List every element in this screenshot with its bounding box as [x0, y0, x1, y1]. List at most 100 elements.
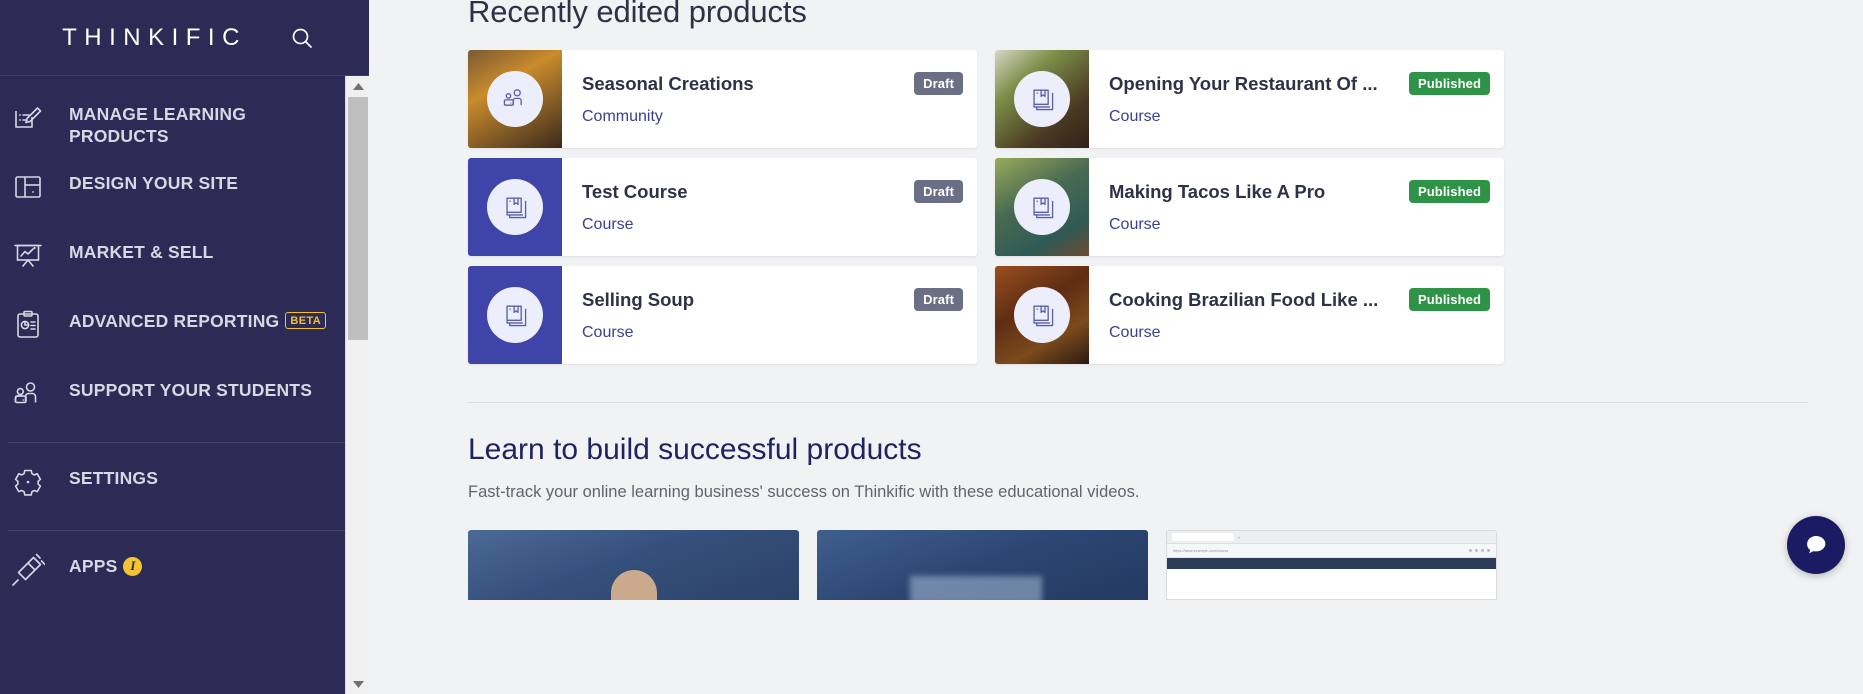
product-type[interactable]: Community — [582, 108, 963, 126]
product-thumbnail — [995, 266, 1089, 364]
sidebar-scrollbar[interactable] — [345, 76, 369, 694]
status-badge: Draft — [914, 72, 963, 95]
sidebar-item-manage-learning-products[interactable]: MANAGE LEARNING PRODUCTS — [0, 88, 369, 157]
sidebar-item-advanced-reporting[interactable]: ADVANCED REPORTING BETA — [0, 295, 369, 364]
clipboard-report-icon — [8, 305, 48, 345]
video-card[interactable]: + https://www.example.com/course — [1166, 530, 1497, 600]
main-content: Recently edited products Seasonal Creati… — [369, 0, 1863, 694]
sidebar-nav: MANAGE LEARNING PRODUCTS DESIGN YOUR SIT… — [0, 76, 369, 609]
product-card[interactable]: Seasonal Creations Draft Community — [468, 50, 977, 148]
chat-bubble-icon[interactable] — [1787, 516, 1845, 574]
sidebar-divider-2 — [8, 530, 347, 531]
community-icon — [487, 71, 543, 127]
gear-icon — [8, 462, 48, 502]
sidebar-item-support-your-students[interactable]: SUPPORT YOUR STUDENTS — [0, 364, 369, 433]
book-icon — [1014, 287, 1070, 343]
browser-url-bar: https://www.example.com/course — [1167, 544, 1496, 558]
product-thumbnail — [468, 50, 562, 148]
plug-icon — [8, 550, 48, 590]
status-badge: Published — [1408, 180, 1490, 203]
video-card[interactable] — [817, 530, 1148, 600]
sidebar-divider-1 — [8, 442, 347, 443]
product-type[interactable]: Course — [582, 324, 963, 342]
people-icon — [8, 374, 48, 414]
browser-tab — [1172, 533, 1234, 541]
scrollbar-thumb[interactable] — [348, 97, 368, 340]
product-card[interactable]: Making Tacos Like A Pro Published Course — [995, 158, 1504, 256]
sidebar-item-market-and-sell[interactable]: MARKET & SELL — [0, 226, 369, 295]
scroll-down-arrow-icon[interactable] — [346, 674, 369, 694]
sidebar-item-apps[interactable]: APPS i — [0, 540, 369, 609]
book-icon — [1014, 71, 1070, 127]
sidebar-item-label-text: ADVANCED REPORTING — [69, 311, 280, 331]
product-title: Test Course — [582, 180, 688, 202]
product-card-body: Making Tacos Like A Pro Published Course — [1089, 158, 1504, 256]
browser-tab-bar: + — [1167, 531, 1496, 544]
video-card[interactable] — [468, 530, 799, 600]
book-icon — [487, 287, 543, 343]
product-title: Cooking Brazilian Food Like ... — [1109, 288, 1379, 310]
sidebar-item-label: DESIGN YOUR SITE — [69, 173, 239, 193]
product-thumbnail — [995, 158, 1089, 256]
product-title: Opening Your Restaurant Of ... — [1109, 72, 1378, 94]
book-icon — [487, 179, 543, 235]
scroll-up-arrow-icon[interactable] — [346, 76, 369, 96]
thinkific-logo[interactable]: THINKIFIC — [54, 24, 247, 52]
browser-tab-label: + — [1238, 534, 1241, 540]
sidebar-item-label-text: APPS — [69, 556, 118, 576]
product-type[interactable]: Course — [1109, 108, 1490, 126]
product-card[interactable]: Cooking Brazilian Food Like ... Publishe… — [995, 266, 1504, 364]
product-thumbnail — [468, 266, 562, 364]
product-card-body: Selling Soup Draft Course — [562, 266, 977, 364]
browser-toolbar-icons — [1469, 549, 1490, 552]
sidebar-item-design-your-site[interactable]: DESIGN YOUR SITE — [0, 157, 369, 226]
video-app-content — [1167, 569, 1496, 599]
product-title: Seasonal Creations — [582, 72, 754, 94]
learn-section-subtitle: Fast-track your online learning business… — [468, 483, 1140, 501]
beta-badge: BETA — [285, 312, 327, 329]
learn-section-title: Learn to build successful products — [468, 433, 922, 466]
status-badge: Published — [1408, 288, 1490, 311]
page-title: Recently edited products — [468, 0, 807, 29]
sidebar-item-label: MANAGE LEARNING PRODUCTS — [69, 104, 247, 146]
info-icon[interactable]: i — [123, 557, 143, 576]
browser-url-text: https://www.example.com/course — [1173, 548, 1229, 553]
product-card-body: Test Course Draft Course — [562, 158, 977, 256]
product-title-row: Seasonal Creations Draft — [582, 72, 963, 95]
sidebar-item-label: MARKET & SELL — [69, 242, 214, 262]
layout-icon — [8, 167, 48, 207]
educational-videos-row: + https://www.example.com/course — [468, 530, 1808, 600]
product-title: Making Tacos Like A Pro — [1109, 180, 1326, 202]
product-title-row: Cooking Brazilian Food Like ... Publishe… — [1109, 288, 1490, 311]
edit-list-icon — [8, 98, 48, 138]
status-badge: Draft — [914, 180, 963, 203]
status-badge: Published — [1408, 72, 1490, 95]
book-icon — [1014, 179, 1070, 235]
sidebar: THINKIFIC MANAGE LEARNING PRODUCTS DESIG… — [0, 0, 369, 694]
product-card[interactable]: Opening Your Restaurant Of ... Published… — [995, 50, 1504, 148]
sidebar-item-label: SUPPORT YOUR STUDENTS — [69, 380, 313, 400]
product-thumbnail — [995, 50, 1089, 148]
product-card[interactable]: Test Course Draft Course — [468, 158, 977, 256]
status-badge: Draft — [914, 288, 963, 311]
product-card-body: Opening Your Restaurant Of ... Published… — [1089, 50, 1504, 148]
product-card-body: Cooking Brazilian Food Like ... Publishe… — [1089, 266, 1504, 364]
product-title-row: Selling Soup Draft — [582, 288, 963, 311]
product-title: Selling Soup — [582, 288, 695, 310]
search-icon[interactable] — [289, 25, 315, 51]
product-thumbnail — [468, 158, 562, 256]
product-title-row: Making Tacos Like A Pro Published — [1109, 180, 1490, 203]
sidebar-header: THINKIFIC — [0, 0, 369, 76]
product-type[interactable]: Course — [1109, 324, 1490, 342]
product-type[interactable]: Course — [582, 216, 963, 234]
app-root: THINKIFIC MANAGE LEARNING PRODUCTS DESIG… — [0, 0, 1863, 694]
sidebar-item-settings[interactable]: SETTINGS — [0, 452, 369, 521]
sidebar-item-label: APPS i — [69, 556, 143, 578]
section-divider — [468, 402, 1808, 403]
sidebar-item-label: ADVANCED REPORTING BETA — [69, 311, 327, 333]
sidebar-item-label: SETTINGS — [69, 468, 159, 488]
product-card[interactable]: Selling Soup Draft Course — [468, 266, 977, 364]
product-title-row: Opening Your Restaurant Of ... Published — [1109, 72, 1490, 95]
product-type[interactable]: Course — [1109, 216, 1490, 234]
recently-edited-products-grid: Seasonal Creations Draft Community Openi… — [468, 50, 1808, 364]
